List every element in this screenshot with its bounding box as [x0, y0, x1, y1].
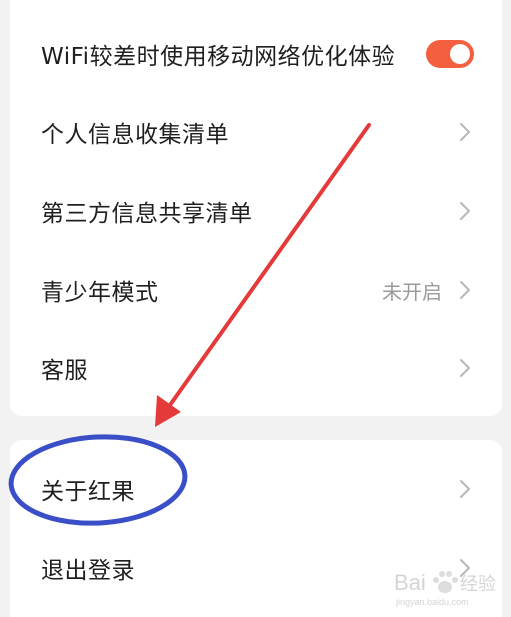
personal-info-list-row[interactable]: 个人信息收集清单 — [10, 100, 502, 164]
logout-label: 退出登录 — [41, 558, 135, 584]
wifi-optimization-toggle[interactable] — [426, 40, 474, 68]
settings-card-1: WiFi较差时使用移动网络优化体验 个人信息收集清单 第三方信息共享清单 青少年… — [10, 0, 502, 416]
third-party-share-list-row[interactable]: 第三方信息共享清单 — [10, 179, 502, 243]
teen-mode-status: 未开启 — [382, 279, 442, 304]
settings-card-2: 关于红果 退出登录 — [10, 440, 502, 617]
chevron-right-icon — [460, 202, 470, 220]
toggle-knob — [450, 44, 470, 64]
chevron-right-icon — [460, 123, 470, 141]
teen-mode-row[interactable]: 青少年模式 未开启 — [10, 258, 502, 322]
third-party-share-list-label: 第三方信息共享清单 — [41, 201, 253, 227]
about-app-label: 关于红果 — [41, 479, 135, 505]
chevron-right-icon — [460, 359, 470, 377]
logout-row[interactable]: 退出登录 — [10, 536, 502, 600]
wifi-optimization-row: WiFi较差时使用移动网络优化体验 — [10, 22, 502, 86]
teen-mode-label: 青少年模式 — [41, 280, 159, 306]
customer-service-row[interactable]: 客服 — [10, 336, 502, 400]
chevron-right-icon — [460, 559, 470, 577]
chevron-right-icon — [460, 480, 470, 498]
about-app-row[interactable]: 关于红果 — [10, 457, 502, 521]
wifi-optimization-label: WiFi较差时使用移动网络优化体验 — [41, 44, 396, 70]
chevron-right-icon — [460, 281, 470, 299]
personal-info-list-label: 个人信息收集清单 — [41, 122, 229, 148]
customer-service-label: 客服 — [41, 358, 88, 384]
